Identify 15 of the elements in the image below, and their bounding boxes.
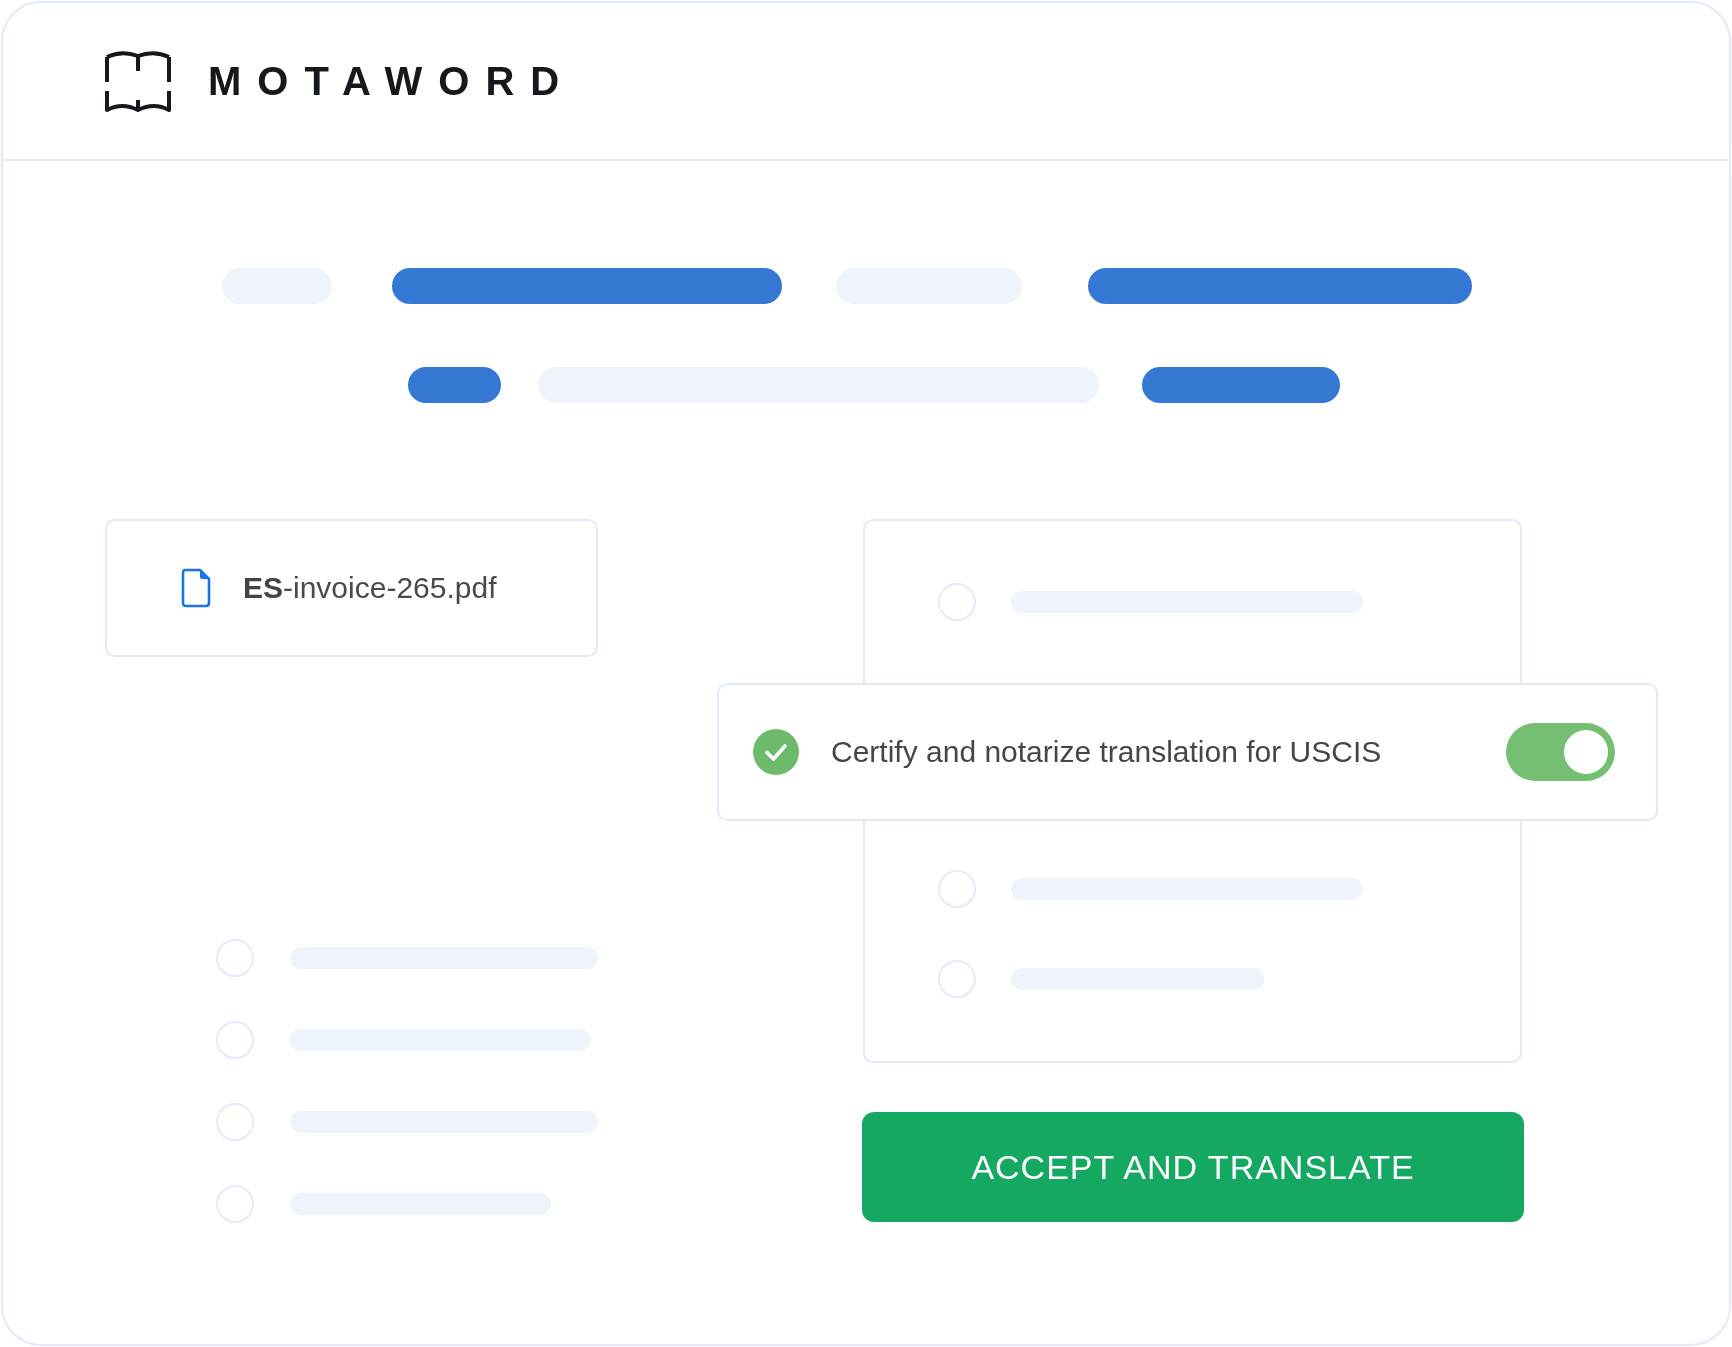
accept-and-translate-button[interactable]: ACCEPT AND TRANSLATE [862,1112,1524,1222]
radio-button[interactable] [216,1021,254,1059]
radio-button[interactable] [938,583,976,621]
radio-button[interactable] [938,870,976,908]
check-circle-icon [753,729,799,775]
certification-label: Certify and notarize translation for USCIS [831,735,1383,769]
radio-button[interactable] [216,939,254,977]
radio-button[interactable] [938,960,976,998]
radio-button[interactable] [216,1185,254,1223]
toggle-switch[interactable] [1506,723,1615,781]
radio-button[interactable] [216,1103,254,1141]
file-name: ES-invoice-265.pdf [243,571,497,605]
document-icon [181,568,211,608]
logo-wordmark: MOTAWORD [208,61,576,101]
open-book-icon [105,50,171,112]
